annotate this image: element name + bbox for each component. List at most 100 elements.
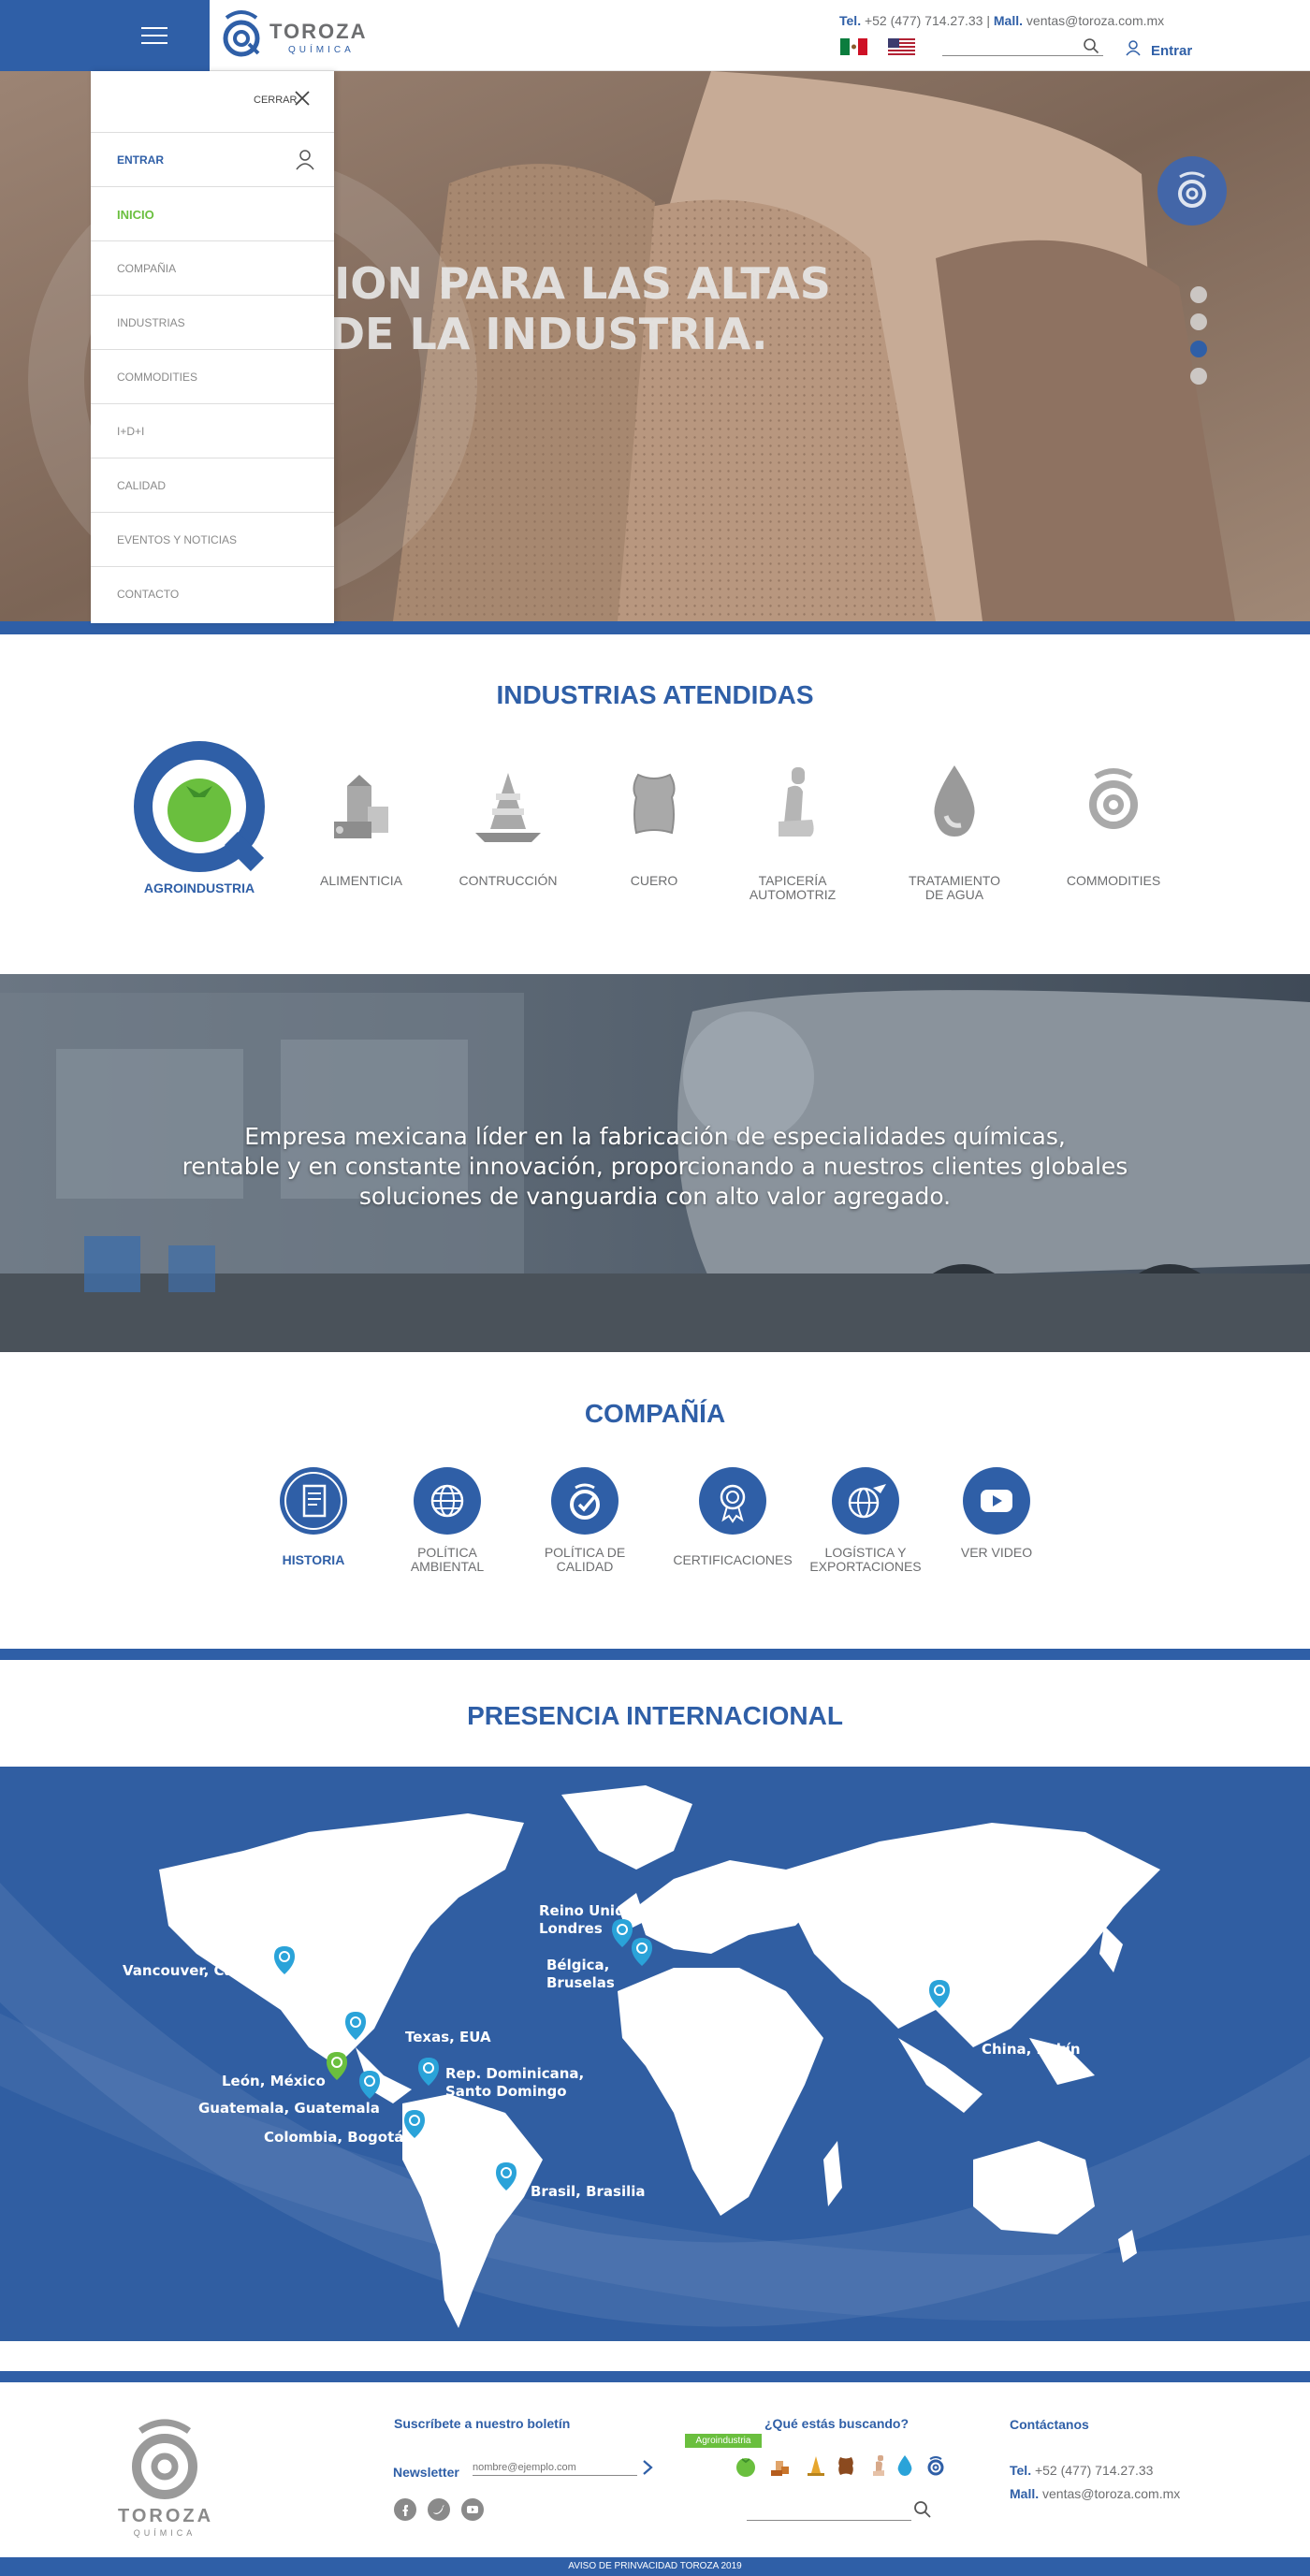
- menu-item-label[interactable]: EVENTOS Y NOTICIAS: [117, 533, 237, 546]
- industry-label[interactable]: CUERO: [575, 874, 734, 888]
- industry-label[interactable]: DE AGUA: [875, 888, 1034, 902]
- header-search-input[interactable]: [942, 36, 1103, 56]
- youtube-icon[interactable]: [461, 2498, 484, 2521]
- close-menu-row[interactable]: CERRAR: [91, 71, 334, 133]
- company-label[interactable]: VER VIDEO: [926, 1546, 1067, 1560]
- menu-item-label[interactable]: CONTACTO: [117, 588, 179, 601]
- menu-item-calidad[interactable]: CALIDAD: [91, 458, 334, 513]
- menu-login-row[interactable]: ENTRAR: [91, 133, 334, 187]
- menu-item-contacto[interactable]: CONTACTO: [91, 567, 334, 621]
- location-pin-icon[interactable]: [418, 2058, 439, 2086]
- location-pin-icon[interactable]: [274, 1946, 295, 1974]
- company-certificaciones[interactable]: CERTIFICACIONES: [662, 1467, 803, 1567]
- food-products-icon[interactable]: [770, 2453, 791, 2478]
- quality-check-icon: [551, 1467, 619, 1535]
- industry-label[interactable]: AGROINDUSTRIA: [120, 881, 279, 895]
- slider-dot[interactable]: [1190, 368, 1207, 385]
- company-label[interactable]: POLÍTICA DE: [515, 1546, 655, 1560]
- menu-item-label[interactable]: INDUSTRIAS: [117, 316, 185, 329]
- industry-cuero[interactable]: CUERO: [575, 739, 734, 888]
- leather-hide-icon[interactable]: [836, 2453, 856, 2478]
- hamburger-menu-button[interactable]: [0, 0, 210, 71]
- chevron-right-icon[interactable]: [642, 2459, 653, 2476]
- industry-label[interactable]: ALIMENTICIA: [282, 874, 441, 888]
- industry-label[interactable]: TAPICERÍA: [713, 874, 872, 888]
- industry-commodities[interactable]: COMMODITIES: [1034, 739, 1193, 888]
- company-historia[interactable]: HISTORIA: [243, 1467, 384, 1567]
- menu-item-industrias[interactable]: INDUSTRIAS: [91, 296, 334, 350]
- company-politica-calidad[interactable]: POLÍTICA DE CALIDAD: [515, 1467, 655, 1574]
- company-label[interactable]: CALIDAD: [515, 1560, 655, 1574]
- footer-email[interactable]: ventas@toroza.com.mx: [1042, 2486, 1180, 2501]
- company-politica-ambiental[interactable]: POLÍTICA AMBIENTAL: [377, 1467, 517, 1574]
- mexico-flag-icon[interactable]: [840, 38, 867, 55]
- location-pin-icon[interactable]: [345, 2012, 366, 2040]
- industry-alimenticia[interactable]: ALIMENTICIA: [282, 739, 441, 888]
- industry-tapiceria-automotriz[interactable]: TAPICERÍA AUTOMOTRIZ: [713, 739, 872, 902]
- company-label[interactable]: HISTORIA: [243, 1553, 384, 1567]
- industry-construccion[interactable]: CONTRUCCIÓN: [429, 739, 588, 888]
- login-link[interactable]: Entrar: [1151, 43, 1192, 59]
- menu-icon-bar: [141, 35, 167, 36]
- location-pin-icon[interactable]: [496, 2162, 517, 2190]
- menu-item-label[interactable]: CALIDAD: [117, 479, 166, 492]
- company-label[interactable]: POLÍTICA: [377, 1546, 517, 1560]
- location-pin-icon[interactable]: [327, 2052, 347, 2080]
- industry-label[interactable]: TRATAMIENTO: [875, 874, 1034, 888]
- menu-item-idi[interactable]: I+D+I: [91, 404, 334, 458]
- footer-search-input[interactable]: [747, 2504, 911, 2521]
- menu-item-label[interactable]: COMPAÑIA: [117, 262, 176, 275]
- menu-item-inicio[interactable]: INICIO: [91, 187, 334, 241]
- company-label[interactable]: AMBIENTAL: [377, 1560, 517, 1574]
- facebook-glyph: [402, 2505, 408, 2516]
- menu-login-label[interactable]: ENTRAR: [117, 153, 164, 167]
- company-label[interactable]: CERTIFICACIONES: [662, 1553, 803, 1567]
- industry-agroindustria[interactable]: AGROINDUSTRIA: [120, 739, 279, 895]
- search-icon[interactable]: [1083, 37, 1099, 54]
- privacy-link[interactable]: AVISO DE PRINVACIDAD TOROZA 2019: [568, 2561, 741, 2571]
- slider-dot[interactable]: [1190, 286, 1207, 303]
- company-ver-video[interactable]: VER VIDEO: [926, 1467, 1067, 1560]
- menu-item-label[interactable]: COMMODITIES: [117, 371, 197, 384]
- menu-item-compania[interactable]: COMPAÑIA: [91, 241, 334, 296]
- slider-dot[interactable]: [1190, 313, 1207, 330]
- menu-item-label[interactable]: INICIO: [117, 208, 154, 222]
- close-icon[interactable]: [294, 90, 311, 107]
- menu-item-label[interactable]: I+D+I: [117, 425, 144, 438]
- footer-phone[interactable]: +52 (477) 714.27.33: [1035, 2463, 1154, 2478]
- twitter-icon[interactable]: [428, 2498, 450, 2521]
- industry-label[interactable]: AUTOMOTRIZ: [713, 888, 872, 902]
- toroza-logo[interactable]: TOROZA QUÍMICA: [221, 8, 389, 61]
- water-drop-icon[interactable]: [895, 2453, 915, 2478]
- location-pin-icon[interactable]: [632, 1938, 652, 1966]
- menu-item-eventos[interactable]: EVENTOS Y NOTICIAS: [91, 513, 334, 567]
- footer-logo[interactable]: TOROZA QUÍMICA: [118, 2412, 211, 2540]
- tomato-icon[interactable]: [735, 2453, 756, 2478]
- user-icon[interactable]: [295, 148, 315, 170]
- newsletter-email-input[interactable]: [473, 2459, 637, 2476]
- search-icon[interactable]: [913, 2500, 932, 2519]
- company-logistica[interactable]: LOGÍSTICA Y EXPORTACIONES: [795, 1467, 936, 1574]
- traffic-cone-icon[interactable]: [806, 2453, 826, 2478]
- car-seat-icon[interactable]: [868, 2453, 889, 2478]
- industry-label[interactable]: CONTRUCCIÓN: [429, 874, 588, 888]
- section-divider-bar: [0, 2371, 1310, 2382]
- user-icon[interactable]: [1125, 39, 1142, 56]
- location-pin-icon[interactable]: [359, 2071, 380, 2099]
- location-pin-icon[interactable]: [929, 1980, 950, 2008]
- industry-tratamiento-agua[interactable]: TRATAMIENTO DE AGUA: [875, 739, 1034, 902]
- slider-dot-active[interactable]: [1190, 341, 1207, 357]
- industry-label[interactable]: COMMODITIES: [1034, 874, 1193, 888]
- company-label[interactable]: EXPORTACIONES: [795, 1560, 936, 1574]
- header-email[interactable]: ventas@toroza.com.mx: [1026, 13, 1164, 28]
- usa-flag-icon[interactable]: [888, 38, 915, 55]
- logo-subtitle: QUÍMICA: [288, 45, 355, 55]
- close-menu-label[interactable]: CERRAR: [254, 95, 297, 106]
- header-phone[interactable]: +52 (477) 714.27.33: [865, 13, 983, 28]
- facebook-icon[interactable]: [394, 2498, 416, 2521]
- footer-phone-row: Tel. +52 (477) 714.27.33: [1010, 2463, 1153, 2478]
- toroza-mark-icon[interactable]: [925, 2453, 946, 2478]
- menu-item-commodities[interactable]: COMMODITIES: [91, 350, 334, 404]
- location-pin-icon[interactable]: [404, 2110, 425, 2138]
- company-label[interactable]: LOGÍSTICA Y: [795, 1546, 936, 1560]
